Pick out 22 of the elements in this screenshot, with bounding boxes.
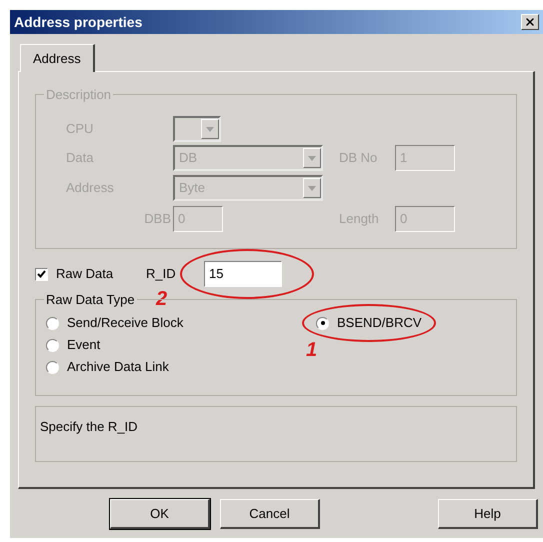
radio-button[interactable] <box>316 316 329 330</box>
radio-label: Event <box>67 336 100 354</box>
checkbox-label: Raw Data <box>56 265 114 284</box>
dialog-button[interactable]: Help <box>438 499 538 529</box>
radio-label: Archive Data Link <box>67 358 169 376</box>
close-button[interactable] <box>521 14 539 30</box>
field-label: R_ID <box>146 265 177 284</box>
checkmark-icon <box>37 270 46 278</box>
radio-label: Send/Receive Block <box>67 314 184 332</box>
dialog-button[interactable]: OK <box>110 499 210 529</box>
radio-button[interactable] <box>46 316 59 330</box>
dialog-button[interactable]: Cancel <box>220 499 320 529</box>
radio-button[interactable] <box>46 360 59 374</box>
window-title: Address properties <box>14 12 142 32</box>
r-id-field[interactable]: 15 <box>204 261 282 287</box>
tab[interactable]: Address <box>20 44 95 72</box>
radio-label: BSEND/BRCV <box>337 314 422 332</box>
radio-button[interactable] <box>46 338 59 352</box>
checkbox[interactable] <box>35 268 48 280</box>
annotation-number: 1 <box>306 340 318 360</box>
close-icon <box>524 16 536 28</box>
info-text: Specify the R_ID <box>40 419 138 434</box>
